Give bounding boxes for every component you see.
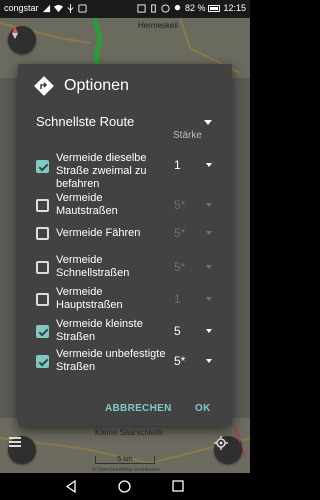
option-strength-value[interactable]: 5* (174, 198, 185, 212)
my-location-button[interactable] (214, 436, 242, 464)
place-label-hermeskeil: Hermeskeil (138, 21, 179, 30)
menu-button[interactable] (8, 436, 36, 464)
menu-icon (9, 437, 21, 447)
strength-dropdown-icon[interactable] (206, 265, 212, 269)
dialog-header: Optionen (34, 76, 129, 96)
dialog-title: Optionen (64, 77, 129, 94)
map-scale: 5 km (95, 456, 155, 464)
battery-icon (208, 4, 221, 12)
location-icon (174, 4, 181, 10)
option-label: Vermeide Schnellstraßen (56, 254, 130, 279)
clock: 12:15 (223, 3, 246, 13)
option-strength-value[interactable]: 5 (174, 324, 181, 338)
option-checkbox[interactable] (36, 325, 49, 338)
compass-icon (12, 27, 18, 39)
cancel-button[interactable]: ABBRECHEN (105, 403, 172, 414)
strength-header: Stärke (173, 130, 202, 141)
options-dialog: Optionen Schnellste Route Stärke Vermeid… (18, 64, 232, 426)
recent-apps-icon[interactable] (172, 480, 184, 492)
option-strength-value[interactable]: 5* (174, 354, 185, 368)
alarm-icon (161, 3, 170, 13)
option-label: Vermeide unbefestigte Straßen (56, 348, 166, 373)
strength-dropdown-icon[interactable] (206, 203, 212, 207)
option-label: Vermeide kleinste Straßen (56, 318, 143, 343)
option-checkbox[interactable] (36, 160, 49, 173)
option-checkbox[interactable] (36, 199, 49, 212)
signal-icon (42, 4, 50, 12)
strength-dropdown-icon[interactable] (206, 231, 212, 235)
notification-icon (77, 3, 87, 13)
strength-dropdown-icon[interactable] (206, 163, 212, 167)
status-bar: congstar 82 % 12:15 (0, 0, 250, 18)
vibrate-icon (151, 3, 156, 13)
battery-percent: 82 % (184, 3, 206, 13)
option-strength-value[interactable]: 1 (174, 292, 181, 306)
home-icon[interactable] (118, 480, 131, 493)
option-checkbox[interactable] (36, 293, 49, 306)
option-label: Vermeide Fähren (56, 227, 141, 239)
option-checkbox[interactable] (36, 261, 49, 274)
route-direction-icon (34, 76, 54, 96)
option-checkbox[interactable] (36, 227, 49, 240)
place-label-saarschleife: Kleine Saarschleife (95, 428, 164, 437)
option-label: Vermeide Mautstraßen (56, 192, 118, 217)
strength-dropdown-icon[interactable] (206, 329, 212, 333)
ok-button[interactable]: OK (195, 403, 211, 414)
dropdown-arrow-icon (204, 120, 212, 125)
wifi-icon (53, 4, 63, 12)
option-strength-value[interactable]: 5* (174, 260, 185, 274)
option-label: Vermeide Hauptstraßen (56, 286, 123, 311)
strength-dropdown-icon[interactable] (206, 297, 212, 301)
compass-button[interactable] (8, 26, 36, 54)
back-icon[interactable] (65, 480, 77, 493)
option-label: Vermeide dieselbe Straße zweimal zu befa… (56, 152, 147, 190)
usb-icon (67, 3, 74, 13)
carrier-label: congstar (4, 3, 39, 13)
system-navigation-bar (0, 473, 250, 500)
option-checkbox[interactable] (36, 355, 49, 368)
strength-dropdown-icon[interactable] (206, 359, 212, 363)
nfc-icon (137, 3, 146, 13)
option-strength-value[interactable]: 5* (174, 226, 185, 240)
option-strength-value[interactable]: 1 (174, 158, 181, 172)
crosshair-icon (214, 436, 228, 450)
route-type-value: Schnellste Route (36, 114, 135, 129)
